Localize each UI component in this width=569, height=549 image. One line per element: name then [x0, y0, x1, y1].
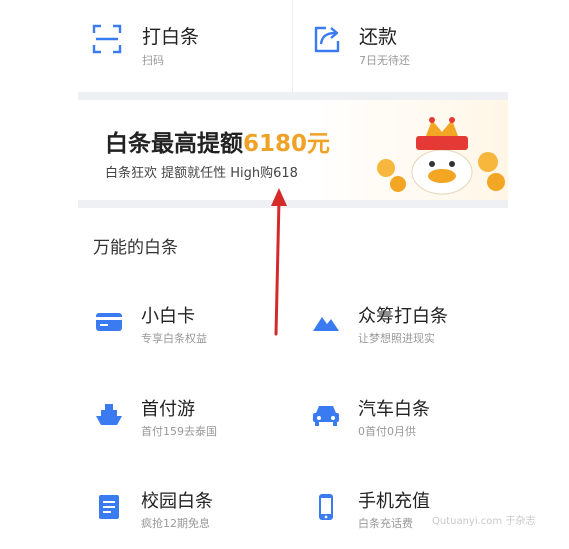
repay-action[interactable]: 还款 7日无待还	[0, 0, 410, 92]
separator	[78, 200, 508, 208]
banner-subtitle: 白条狂欢 提额就任性 High购618	[105, 166, 298, 181]
repay-subtitle: 7日无待还	[359, 54, 410, 67]
top-actions: 打白条 扫码 还款 7日无待还	[0, 0, 569, 92]
baitiao-page: 打白条 扫码 还款 7日无待还 白条最高提额6180元 白条狂欢 提额就任性 H…	[0, 0, 569, 549]
banner-title-prefix: 白条最高提额	[105, 131, 243, 157]
feature-title: 校园白条	[141, 491, 213, 512]
section-title: 万能的白条	[93, 238, 178, 258]
watermark: Qutuanyi.com 于杂志	[432, 514, 535, 527]
phone-icon	[319, 494, 333, 520]
share-repay-icon	[314, 26, 340, 53]
annotation-arrow	[271, 188, 287, 336]
feature-car[interactable]: 汽车白条 0首付0月供	[312, 395, 562, 455]
feature-crowdfunding[interactable]: 众筹打白条 让梦想照进现实	[312, 302, 562, 362]
mascot-illustration	[377, 117, 505, 195]
card-icon	[96, 313, 122, 331]
feature-small-card[interactable]: 小白卡 专享白条权益	[95, 302, 345, 362]
mountain-icon	[313, 317, 339, 331]
separator	[78, 92, 508, 100]
feature-travel[interactable]: 首付游 首付159去泰国	[95, 395, 345, 455]
feature-subtitle: 白条充话费	[358, 517, 413, 530]
feature-title: 众筹打白条	[358, 306, 448, 327]
feature-subtitle: 疯抢12期免息	[141, 517, 210, 530]
repay-title: 还款	[359, 26, 398, 48]
feature-campus[interactable]: 校园白条 疯抢12期免息	[95, 487, 345, 547]
feature-title: 汽车白条	[358, 399, 430, 420]
banner-title: 白条最高提额6180元	[105, 124, 330, 158]
feature-title: 小白卡	[141, 306, 195, 327]
banner-title-amount: 6180元	[243, 131, 331, 157]
feature-subtitle: 首付159去泰国	[141, 425, 217, 438]
divider	[292, 0, 293, 92]
feature-subtitle: 专享白条权益	[141, 332, 207, 345]
svg-text:Qutuanyi.com 于杂志: Qutuanyi.com 于杂志	[432, 514, 535, 527]
car-icon	[313, 406, 339, 426]
promo-banner[interactable]: 白条最高提额6180元 白条狂欢 提额就任性 High购618	[78, 100, 508, 200]
document-icon	[99, 495, 119, 519]
feature-title: 手机充值	[358, 491, 430, 512]
feature-subtitle: 0首付0月供	[358, 425, 416, 438]
feature-subtitle: 让梦想照进现实	[358, 332, 435, 345]
feature-title: 首付游	[141, 399, 195, 420]
ship-icon	[96, 404, 122, 425]
